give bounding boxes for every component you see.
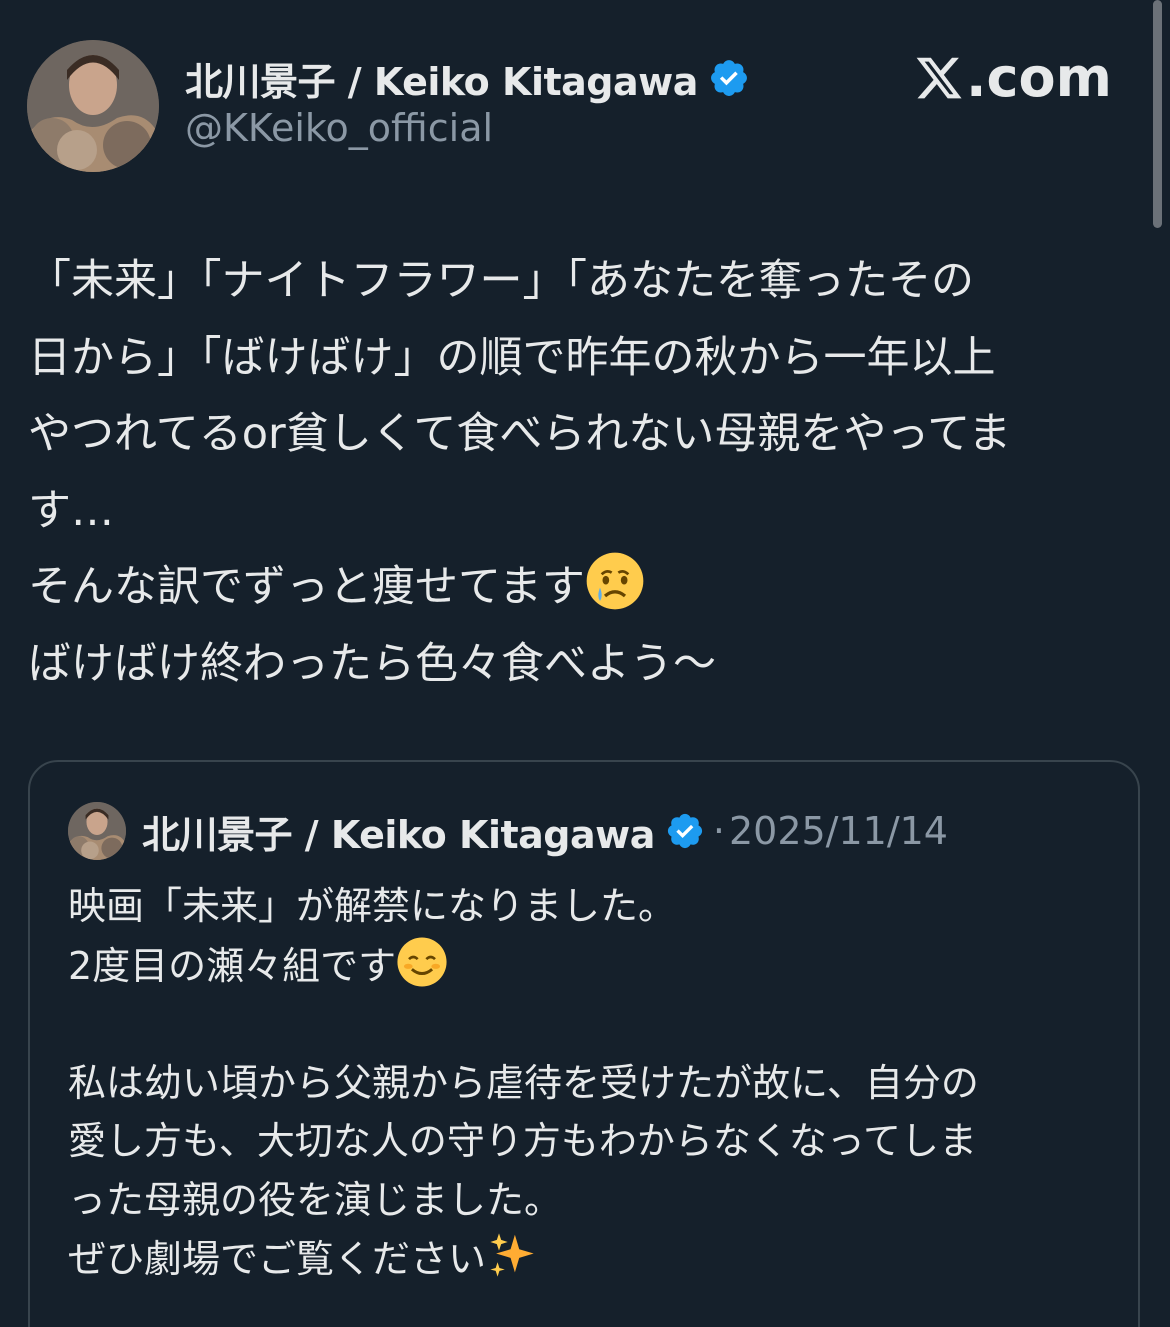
quote-line-with-emoji: ぜひ劇場でご覧ください [68,1229,1108,1289]
quote-line: 私は幼い頃から父親から虐待を受けたが故に、自分の [68,1060,979,1105]
crying-face-emoji [586,552,644,610]
sparkles-emoji [490,1233,534,1277]
post-text: 「未来」「ナイトフラワー」「あなたを奪ったその 日から」「ばけばけ」の順で昨年の… [28,243,1138,702]
verified-badge-icon [667,813,702,849]
quote-line: ぜひ劇場でご覧ください [68,1237,487,1281]
brand-domain: .com [966,46,1112,109]
x-com-brand: .com [914,46,1112,109]
quoted-post-card[interactable]: 北川景子 / Keiko Kitagawa · 2025/11/14 映画「未来… [28,760,1140,1327]
post-line: そんな訳でずっと痩せてます [28,562,585,612]
quote-line [68,995,1108,1054]
quoted-author-avatar[interactable] [68,802,126,860]
author-handle[interactable]: @KKeiko_official [185,106,493,150]
x-logo-icon [916,57,962,98]
scrollbar[interactable] [1153,0,1162,228]
verified-badge-icon [710,60,747,96]
header-separator: · [712,809,725,853]
quote-line-with-emoji: 2度目の瀬々組です [68,936,1108,996]
quoted-post-text: 映画「未来」が解禁になりました。 2度目の瀬々組です 私は幼い頃から父親から虐待… [68,877,1108,1289]
post-line: 日から」「ばけばけ」の順で昨年の秋から一年以上 [28,332,996,383]
quoted-author-name[interactable]: 北川景子 / Keiko Kitagawa [142,804,655,859]
post-line: 「未来」「ナイトフラワー」「あなたを奪ったその [28,256,974,306]
post-line-with-emoji: そんな訳でずっと痩せてます [28,549,1138,626]
quote-line: った母親の役を演じました。 [68,1177,563,1222]
profile-photo [27,40,159,172]
author-avatar[interactable] [27,40,159,172]
quoted-post-header: 北川景子 / Keiko Kitagawa · 2025/11/14 [142,804,948,858]
quoted-post-date[interactable]: 2025/11/14 [729,809,948,853]
post-line: やつれてるor貧しくて食べられない母親をやってま [28,409,1012,459]
quote-line: 愛し方も、大切な人の守り方もわからなくなってしま [68,1119,977,1163]
quote-line: 2度目の瀬々組です [68,943,397,988]
profile-photo [68,802,126,860]
post-line: す… [28,485,114,536]
author-name-row[interactable]: 北川景子 / Keiko Kitagawa [185,52,750,104]
author-display-name[interactable]: 北川景子 / Keiko Kitagawa [185,51,698,106]
post-line: ばけばけ終わったら色々食べよう〜 [28,638,716,689]
smiling-face-emoji [397,936,447,987]
quote-line: 映画「未来」が解禁になりました。 [68,884,677,928]
